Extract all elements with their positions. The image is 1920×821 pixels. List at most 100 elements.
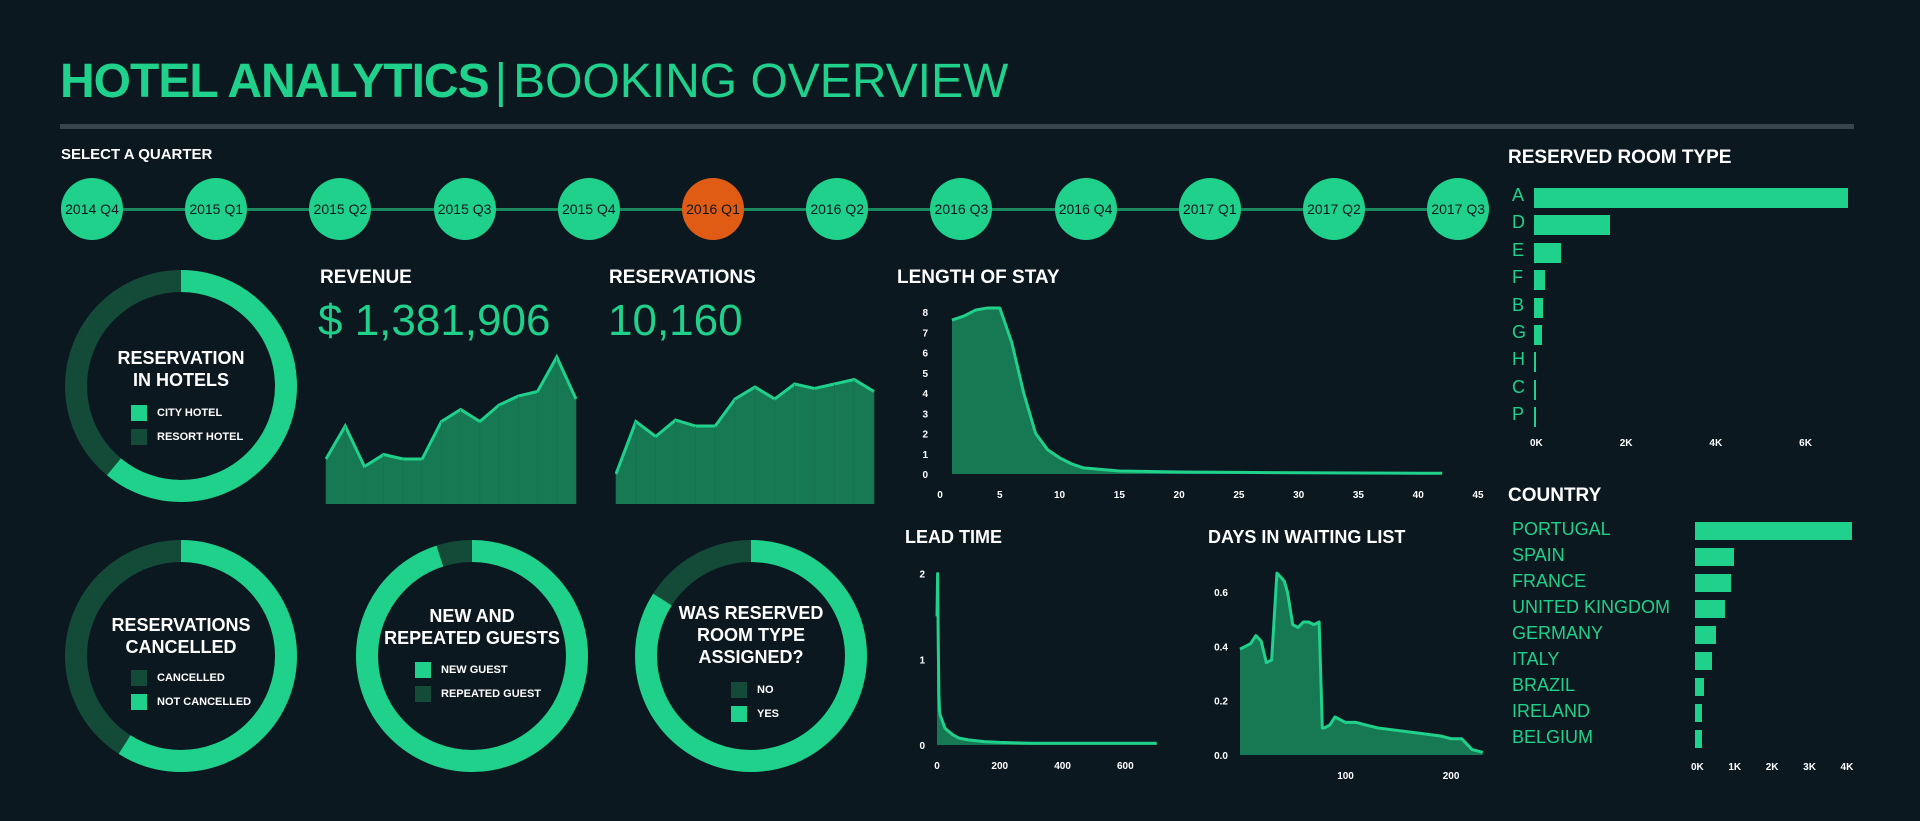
- revenue-value: $ 1,381,906: [318, 296, 551, 345]
- bar-belgium[interactable]: [1695, 730, 1702, 748]
- quarter-button-2015-q2[interactable]: 2015 Q2: [309, 178, 372, 240]
- lead-time-title: LEAD TIME: [905, 527, 1002, 547]
- bar-united-kingdom[interactable]: [1695, 600, 1725, 618]
- area-line: [935, 572, 1157, 745]
- donut-hotels-title-line2: IN HOTELS: [132, 370, 229, 390]
- bar-g[interactable]: [1534, 325, 1543, 345]
- bar-d[interactable]: [1534, 215, 1611, 236]
- donut-room-type-assigned: WAS RESERVED ROOM TYPE ASSIGNED? NO YES: [632, 537, 870, 775]
- bar-h[interactable]: [1534, 352, 1537, 373]
- title-subtitle: BOOKING OVERVIEW: [513, 55, 1009, 108]
- reservations-label: RESERVATIONS: [609, 267, 756, 288]
- quarter-button-2015-q1[interactable]: 2015 Q1: [185, 178, 248, 240]
- y-tick-label: 0.2: [1214, 697, 1228, 708]
- donut-cancelled-title: RESERVATIONS CANCELLED: [62, 614, 300, 658]
- bar-e[interactable]: [1534, 242, 1561, 263]
- category-label: A: [1512, 185, 1525, 205]
- donut-guests-chart: [356, 540, 588, 772]
- legend-label: NOT CANCELLED: [157, 696, 252, 708]
- header-divider: [60, 124, 1854, 129]
- quarter-button-2015-q4[interactable]: 2015 Q4: [557, 178, 620, 240]
- legend-swatch: [415, 686, 431, 702]
- x-tick-label: 5: [997, 490, 1003, 501]
- quarter-button-2014-q4[interactable]: 2014 Q4: [61, 178, 123, 240]
- area-fill: [937, 573, 1157, 745]
- bar-c[interactable]: [1534, 379, 1536, 400]
- x-tick-label: 2K: [1765, 762, 1779, 773]
- category-label: P: [1512, 404, 1525, 425]
- length-of-stay-title: LENGTH OF STAY: [897, 267, 1060, 288]
- x-tick-label: 2K: [1619, 438, 1633, 449]
- quarter-button-2017-q1[interactable]: 2017 Q1: [1178, 178, 1241, 240]
- quarter-button-2016-q2[interactable]: 2016 Q2: [806, 178, 869, 240]
- bar-italy[interactable]: [1695, 652, 1712, 670]
- x-tick-label: 200: [991, 761, 1008, 772]
- y-tick-label: 4: [922, 389, 928, 400]
- x-tick-label: 0K: [1691, 762, 1704, 773]
- length-of-stay-chart: 0 5 10 15 20 25 30 35 40 45012345678: [922, 306, 1484, 501]
- lead-time-chart: 0 200 400 600 0 1 2: [919, 570, 1157, 772]
- category-label: C: [1512, 376, 1525, 397]
- waiting-list-title: DAYS IN WAITING LIST: [1208, 527, 1406, 547]
- quarter-button-2016-q3[interactable]: 2016 Q3: [930, 178, 993, 240]
- y-tick-label: 2: [919, 570, 925, 581]
- legend-label: CANCELLED: [157, 672, 225, 684]
- category-label: GERMANY: [1512, 623, 1604, 643]
- quarter-button-2015-q3[interactable]: 2015 Q3: [433, 178, 496, 240]
- quarter-button-2017-q3[interactable]: 2017 Q3: [1427, 178, 1490, 240]
- legend-item-repeated-guest: REPEATED GUEST: [415, 686, 541, 702]
- timeline-track: [92, 208, 1487, 211]
- x-tick-label: 200: [1443, 771, 1460, 782]
- bar-brazil[interactable]: [1695, 678, 1705, 696]
- category-label: G: [1512, 322, 1527, 342]
- x-tick-label: 15: [1114, 490, 1126, 501]
- bar-portugal[interactable]: [1695, 522, 1852, 540]
- donut-cancelled-title-line2: CANCELLED: [125, 637, 237, 657]
- x-tick-label: 1K: [1728, 762, 1742, 773]
- y-tick-label: 8: [922, 308, 928, 319]
- legend-label: RESORT HOTEL: [157, 431, 244, 443]
- legend-item-no: NO: [731, 682, 779, 698]
- legend-item-cancelled: CANCELLED: [131, 670, 251, 686]
- legend-label: REPEATED GUEST: [441, 688, 542, 700]
- legend-swatch: [131, 670, 147, 686]
- bar-f[interactable]: [1534, 270, 1546, 291]
- donut-hotels-legend: CITY HOTEL RESORT HOTEL: [131, 405, 243, 453]
- y-tick-label: 1: [922, 450, 928, 461]
- donut-cancelled-title-line1: RESERVATIONS: [111, 615, 251, 635]
- category-label: D: [1512, 212, 1525, 233]
- bar-france[interactable]: [1695, 574, 1731, 592]
- donut-hotels-title-line1: RESERVATION: [117, 348, 245, 368]
- donut-room-legend: NO YES: [731, 682, 779, 730]
- legend-swatch: [731, 682, 747, 698]
- bar-b[interactable]: [1534, 297, 1543, 318]
- page-title: HOTEL ANALYTICS | BOOKING OVERVIEW: [60, 58, 1008, 106]
- x-tick-label: 30: [1293, 490, 1305, 501]
- category-label: FRANCE: [1512, 571, 1587, 591]
- y-tick-label: 5: [922, 369, 928, 380]
- bar-ireland[interactable]: [1695, 704, 1703, 722]
- y-tick-label: 0.6: [1214, 588, 1228, 599]
- reservations-area-chart: [615, 377, 875, 504]
- category-label: SPAIN: [1512, 545, 1565, 565]
- category-label: BRAZIL: [1512, 675, 1576, 695]
- quarter-button-2016-q4[interactable]: 2016 Q4: [1054, 178, 1117, 240]
- x-tick-label: 4K: [1840, 762, 1854, 773]
- quarter-button-2017-q2[interactable]: 2017 Q2: [1303, 178, 1365, 240]
- donut-guests-legend: NEW GUEST REPEATED GUEST: [415, 662, 541, 710]
- bar-germany[interactable]: [1695, 626, 1716, 644]
- legend-swatch: [131, 429, 147, 445]
- y-tick-label: 0: [922, 470, 928, 481]
- bar-a[interactable]: [1534, 188, 1848, 208]
- bar-p[interactable]: [1534, 407, 1536, 428]
- y-tick-label: 0.4: [1214, 642, 1228, 653]
- donut-guests-title: NEW AND REPEATED GUESTS: [353, 605, 591, 649]
- quarter-button-2016-q1[interactable]: 2016 Q1: [682, 178, 744, 240]
- category-label: PORTUGAL: [1512, 519, 1611, 539]
- legend-label: YES: [757, 708, 780, 720]
- legend-label: CITY HOTEL: [157, 407, 223, 419]
- quarter-select-label: SELECT A QUARTER: [61, 146, 213, 163]
- y-tick-label: 3: [922, 409, 928, 420]
- category-label: UNITED KINGDOM: [1512, 597, 1671, 617]
- bar-spain[interactable]: [1695, 548, 1735, 566]
